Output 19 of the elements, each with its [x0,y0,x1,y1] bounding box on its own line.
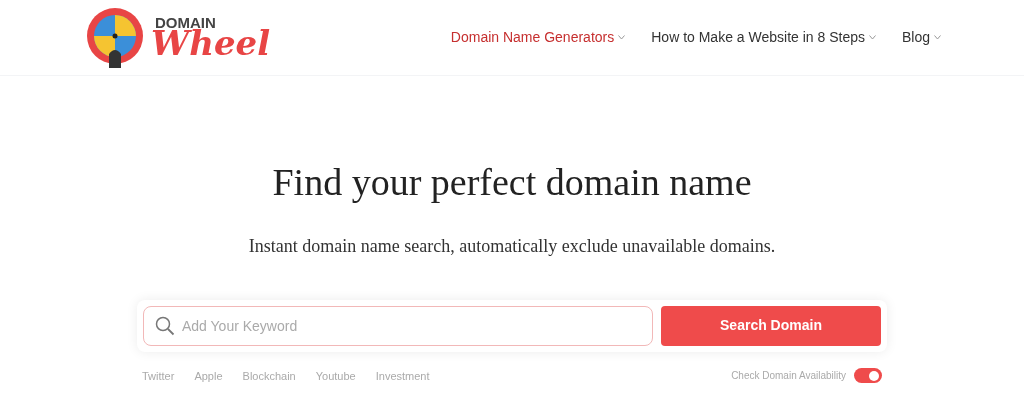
logo-text: DOMAIN [155,15,216,30]
search-icon [155,315,175,336]
suggestion-link[interactable]: Blockchain [242,367,296,384]
suggestion-link[interactable]: Youtube [315,367,356,384]
suggestion-link[interactable]: Investment [375,367,430,384]
suggestion-link[interactable]: Apple [194,367,223,384]
nav-link[interactable]: Domain Name Generators [450,27,626,48]
search-field[interactable]: Add Your Keyword [143,305,653,346]
chevron-icon [934,35,941,40]
nav-link[interactable]: How to Make a Website in 8 Steps [651,27,876,48]
availability-toggle[interactable] [854,368,882,384]
search-button[interactable]: Search Domain [661,305,881,346]
chevron-icon [618,35,626,40]
chevron-icon [868,35,876,40]
hero-title: Find your perfect domain name [272,160,752,205]
toggle-label: Check Domain Availability [731,369,846,384]
nav-link[interactable]: Blog [901,27,941,48]
suggestion-link[interactable]: Twitter [142,367,175,384]
hero-subtitle: Instant domain name search, automatically exclude unavailable domains. [248,234,776,258]
